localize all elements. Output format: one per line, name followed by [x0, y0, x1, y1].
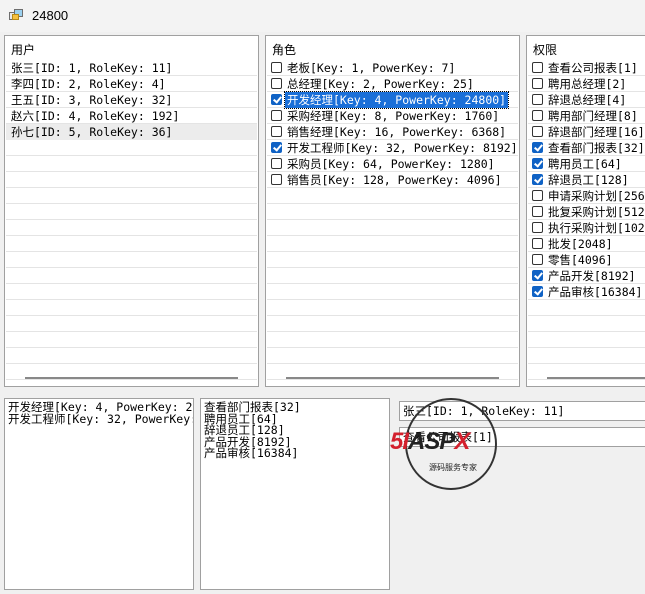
permission-item-label: 聘用部门经理[8]: [548, 109, 638, 123]
permission-list-item[interactable]: 执行采购计划[1024]: [528, 220, 645, 236]
permission-list-item[interactable]: 零售[4096]: [528, 252, 645, 268]
permission-list-item[interactable]: 批复采购计划[512]: [528, 204, 645, 220]
permission-checkbox[interactable]: [532, 238, 543, 249]
role-list-item[interactable]: 开发经理[Key: 4, PowerKey: 24800]: [267, 91, 518, 109]
selected-roles-textbox[interactable]: 开发经理[Key: 4, PowerKey: 24800]开发工程师[Key: …: [4, 398, 194, 590]
permission-list-header: 权限: [533, 43, 558, 57]
role-item-label: 销售经理[Key: 16, PowerKey: 6368]: [287, 125, 507, 139]
user-list-item[interactable]: 张三[ID: 1, RoleKey: 11]: [6, 60, 257, 76]
role-list[interactable]: 老板[Key: 1, PowerKey: 7] 总经理[Key: 2, Power…: [267, 60, 518, 380]
permission-list-item[interactable]: 申请采购计划[256]: [528, 188, 645, 204]
watermark-logo: 5IASPX 源码服务专家: [390, 398, 497, 490]
permission-list-panel[interactable]: 权限 查看公司报表[1] 聘用总经理[2] 辞退总经理[4] 聘用部门经理[8] 辞退部…: [526, 35, 645, 387]
role-list-item[interactable]: 采购员[Key: 64, PowerKey: 1280]: [267, 156, 518, 172]
permission-checkbox[interactable]: [532, 286, 543, 297]
permission-list-item[interactable]: 查看部门报表[32]: [528, 140, 645, 156]
user-list-item[interactable]: 李四[ID: 2, RoleKey: 4]: [6, 76, 257, 92]
permission-list-item[interactable]: 辞退部门经理[16]: [528, 124, 645, 140]
permission-item-label: 申请采购计划[256]: [548, 189, 645, 203]
selected-permission-line: 查看部门报表[32]: [204, 400, 301, 414]
title-bar: 24800: [0, 0, 645, 32]
role-item-label: 采购员[Key: 64, PowerKey: 1280]: [287, 157, 495, 171]
role-checkbox[interactable]: [271, 142, 282, 153]
horizontal-scrollbar[interactable]: [547, 377, 645, 379]
selected-permissions-textbox[interactable]: 查看部门报表[32] 聘用员工[64] 辞退员工[128] 产品开发[8192] 产品审…: [200, 398, 390, 590]
role-checkbox[interactable]: [271, 78, 282, 89]
permission-list-item[interactable]: 查看公司报表[1]: [528, 60, 645, 76]
user-list-item[interactable]: 王五[ID: 3, RoleKey: 32]: [6, 92, 257, 108]
permission-list-item[interactable]: 聘用总经理[2]: [528, 76, 645, 92]
role-list-item[interactable]: 采购经理[Key: 8, PowerKey: 1760]: [267, 108, 518, 124]
permission-item-label: 查看部门报表[32]: [548, 141, 645, 155]
user-list-header: 用户: [11, 43, 36, 57]
permission-checkbox[interactable]: [532, 142, 543, 153]
horizontal-scrollbar[interactable]: [25, 377, 238, 379]
user-list-item[interactable]: 孙七[ID: 5, RoleKey: 36]: [6, 124, 257, 140]
permission-item-label: 辞退员工[128]: [548, 173, 629, 187]
role-checkbox[interactable]: [271, 94, 282, 105]
permission-item-label: 批复采购计划[512]: [548, 205, 645, 219]
permission-item-label: 批发[2048]: [548, 237, 613, 251]
user-list[interactable]: 张三[ID: 1, RoleKey: 11] 李四[ID: 2, RoleKey:…: [6, 60, 257, 380]
selected-role-line: 开发经理[Key: 4, PowerKey: 24800]: [8, 400, 193, 414]
role-item-label: 销售员[Key: 128, PowerKey: 4096]: [287, 173, 502, 187]
permission-item-label: 辞退部门经理[16]: [548, 125, 645, 139]
permission-item-label: 产品开发[8192]: [548, 269, 636, 283]
user-list-panel[interactable]: 用户 张三[ID: 1, RoleKey: 11] 李四[ID: 2, RoleK…: [4, 35, 259, 387]
role-list-item[interactable]: 销售员[Key: 128, PowerKey: 4096]: [267, 172, 518, 188]
role-checkbox[interactable]: [271, 174, 282, 185]
permission-item-label: 辞退总经理[4]: [548, 93, 627, 107]
permission-checkbox[interactable]: [532, 126, 543, 137]
permission-list-item[interactable]: 聘用部门经理[8]: [528, 108, 645, 124]
role-item-label: 采购经理[Key: 8, PowerKey: 1760]: [287, 109, 500, 123]
permission-item-label: 产品审核[16384]: [548, 285, 643, 299]
role-checkbox[interactable]: [271, 158, 282, 169]
permission-list-item[interactable]: 聘用员工[64]: [528, 156, 645, 172]
permission-list[interactable]: 查看公司报表[1] 聘用总经理[2] 辞退总经理[4] 聘用部门经理[8] 辞退部门经理…: [528, 60, 645, 380]
permission-item-label: 聘用员工[64]: [548, 157, 622, 171]
role-list-header: 角色: [272, 43, 297, 57]
permission-item-label: 执行采购计划[1024]: [548, 221, 645, 235]
role-item-label: 总经理[Key: 2, PowerKey: 25]: [287, 77, 474, 91]
permission-checkbox[interactable]: [532, 94, 543, 105]
role-checkbox[interactable]: [271, 110, 282, 121]
permission-checkbox[interactable]: [532, 254, 543, 265]
permission-checkbox[interactable]: [532, 158, 543, 169]
permission-checkbox[interactable]: [532, 110, 543, 121]
watermark-brand: 5IASPX: [390, 428, 470, 455]
permission-checkbox[interactable]: [532, 222, 543, 233]
selected-permission-line: 辞退员工[128]: [204, 423, 285, 437]
role-item-label: 开发经理[Key: 4, PowerKey: 24800]: [283, 91, 510, 109]
watermark-tagline: 源码服务专家: [429, 463, 477, 472]
role-list-item[interactable]: 开发工程师[Key: 32, PowerKey: 8192]: [267, 140, 518, 156]
role-list-item[interactable]: 销售经理[Key: 16, PowerKey: 6368]: [267, 124, 518, 140]
role-checkbox[interactable]: [271, 126, 282, 137]
user-list-item[interactable]: 赵六[ID: 4, RoleKey: 192]: [6, 108, 257, 124]
window-title: 24800: [32, 8, 69, 23]
role-list-item[interactable]: 总经理[Key: 2, PowerKey: 25]: [267, 76, 518, 92]
permission-list-item[interactable]: 辞退总经理[4]: [528, 92, 645, 108]
horizontal-scrollbar[interactable]: [286, 377, 499, 379]
permission-list-item[interactable]: 产品审核[16384]: [528, 284, 645, 300]
selected-permission-line: 产品审核[16384]: [204, 446, 299, 460]
permission-item-label: 查看公司报表[1]: [548, 61, 638, 75]
app-window-icon: [9, 9, 23, 21]
role-item-label: 开发工程师[Key: 32, PowerKey: 8192]: [287, 141, 518, 155]
permission-checkbox[interactable]: [532, 78, 543, 89]
selected-role-line: 开发工程师[Key: 32, PowerKey: 8192]: [8, 411, 194, 426]
permission-list-item[interactable]: 批发[2048]: [528, 236, 645, 252]
role-checkbox[interactable]: [271, 62, 282, 73]
permission-checkbox[interactable]: [532, 270, 543, 281]
permission-list-item[interactable]: 辞退员工[128]: [528, 172, 645, 188]
permission-checkbox[interactable]: [532, 206, 543, 217]
role-list-panel[interactable]: 角色 老板[Key: 1, PowerKey: 7] 总经理[Key: 2, Po…: [265, 35, 520, 387]
permission-list-item[interactable]: 产品开发[8192]: [528, 268, 645, 284]
permission-checkbox[interactable]: [532, 190, 543, 201]
permission-checkbox[interactable]: [532, 62, 543, 73]
role-list-item[interactable]: 老板[Key: 1, PowerKey: 7]: [267, 60, 518, 76]
permission-item-label: 零售[4096]: [548, 253, 613, 267]
role-item-label: 老板[Key: 1, PowerKey: 7]: [287, 61, 456, 75]
permission-item-label: 聘用总经理[2]: [548, 77, 627, 91]
permission-checkbox[interactable]: [532, 174, 543, 185]
